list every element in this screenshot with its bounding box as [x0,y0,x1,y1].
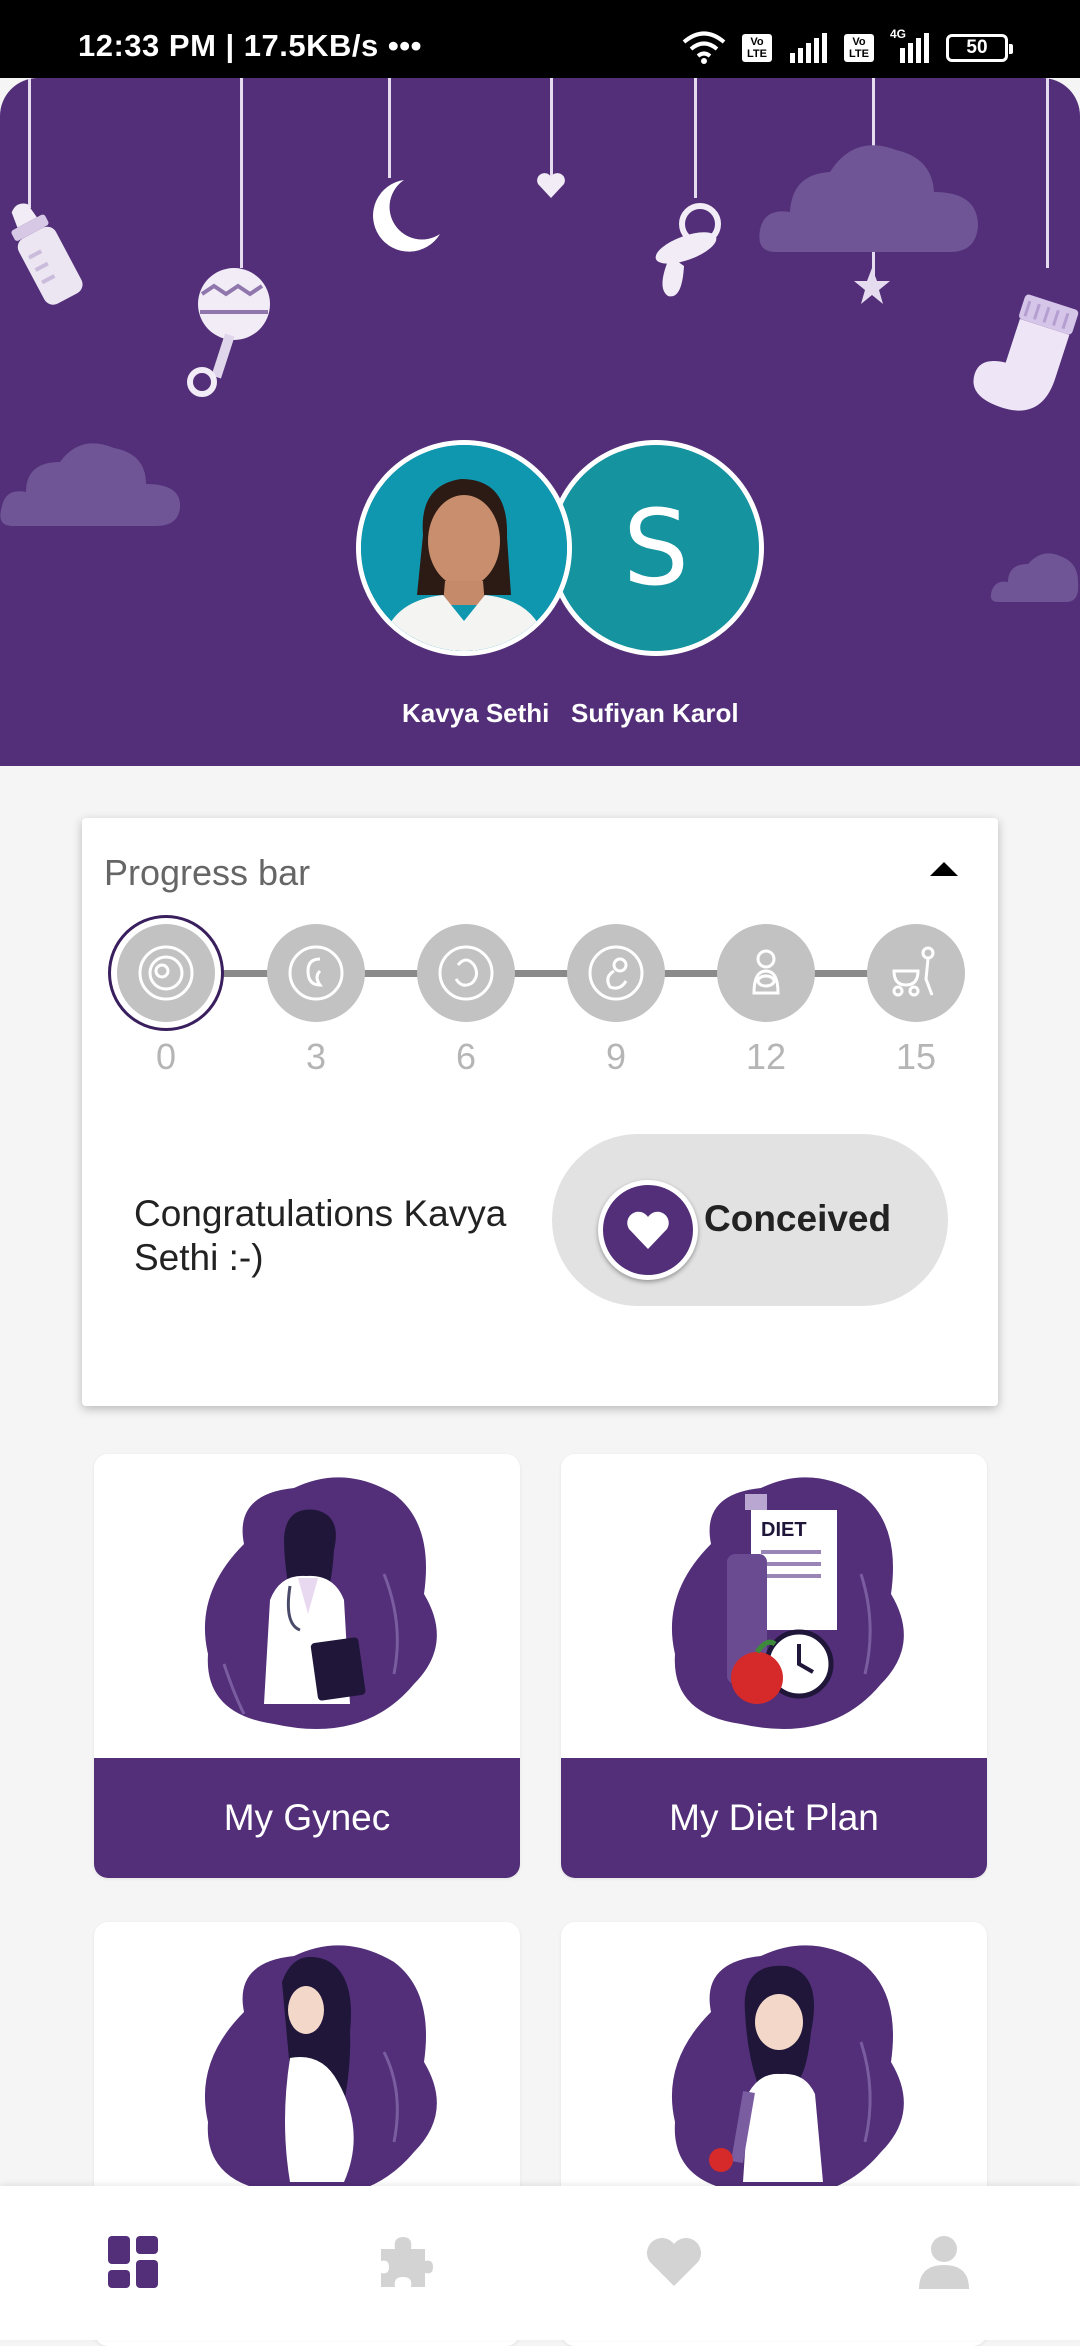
woman-illustration [671,1945,904,2197]
network-type: 4G [890,27,907,41]
progress-card: Progress bar 0 3 6 9 12 15 Congratulatio… [82,818,998,1406]
progress-title: Progress bar [104,852,311,893]
volte-badge-2: Vo LTE [844,34,874,62]
partner-name-kavya: Kavya Sethi [402,698,550,728]
star-icon [854,268,890,304]
cloud-decoration [0,443,181,526]
battery-icon: 50 [946,34,1013,62]
diet-illustration: DIET [671,1477,904,1729]
doctor-illustration [204,1477,437,1729]
status-icons: Vo LTE Vo LTE 4G 50 [682,27,1013,66]
my-gynec-card[interactable]: My Gynec [94,1454,520,1878]
rattle-icon [187,268,270,397]
step-label: 9 [605,1036,627,1077]
dashboard-icon [108,2236,158,2288]
profile-icon [919,2236,969,2289]
profile-header: S Kavya Sethi Sufiyan Karol [0,78,1080,766]
progress-step-3[interactable]: 3 [266,924,366,1078]
nav-puzzle[interactable] [372,2230,436,2294]
my-gynec-label: My Gynec [94,1758,520,1878]
svg-text:DIET: DIET [761,1519,807,1541]
step-label: 3 [305,1036,327,1077]
hanging-heart-icon [537,173,565,198]
fetus-early-icon [288,945,344,1001]
progress-step-12[interactable]: 12 [716,924,816,1078]
my-diet-plan-card[interactable]: DIET My Diet Plan [561,1454,987,1878]
heart-icon [647,2238,701,2286]
progress-step-15[interactable]: 15 [866,924,966,1078]
baby-bottle-icon [11,203,83,305]
nav-heart[interactable] [642,2230,706,2294]
baby-sock-icon [973,294,1079,411]
status-time: 12:33 PM | 17.5KB/s ••• [78,28,422,63]
progress-step-9[interactable]: 9 [566,924,666,1078]
status-bar: 12:33 PM | 17.5KB/s ••• Vo LTE Vo LTE 4G… [0,0,1080,78]
volte-badge: Vo LTE [742,34,772,62]
pregnancy-illustration [204,1945,437,2197]
avatar-kavya[interactable] [356,440,572,656]
step-label: 15 [895,1036,937,1077]
cloud-decoration [759,145,978,252]
mother-baby-icon [752,949,780,995]
signal-icon [790,33,827,63]
wifi-icon [682,31,726,64]
pacifier-icon [655,203,721,297]
congrats-message: Congratulations Kavya Sethi :-) [134,1193,507,1278]
toggle-knob[interactable] [598,1180,698,1280]
moon-icon [373,180,440,252]
fetus-mid-icon [438,945,494,1001]
partner-avatars: S [356,440,764,666]
progress-step-6[interactable]: 6 [416,924,516,1078]
fetus-late-icon [588,945,644,1001]
stroller-icon [892,946,935,997]
puzzle-icon [381,2237,433,2287]
my-diet-plan-label: My Diet Plan [561,1758,987,1878]
progress-step-0[interactable]: 0 [116,924,216,1078]
collapse-caret-icon[interactable] [930,862,958,876]
step-label: 6 [455,1036,477,1077]
avatar-sufiyan[interactable]: S [548,440,764,656]
avatar-initial: S [622,487,689,609]
signal-4g: 4G [890,27,930,63]
toggle-label: Conceived [704,1198,892,1239]
nav-profile[interactable] [912,2230,976,2294]
cloud-decoration [990,553,1079,602]
step-label: 0 [155,1036,177,1077]
bottom-navigation [0,2186,1080,2340]
heart-icon [627,1211,669,1249]
step-label: 12 [745,1036,787,1077]
conceived-toggle[interactable]: Conceived [552,1134,948,1306]
battery-level: 50 [966,37,988,58]
profile-photo [361,445,567,651]
nav-dashboard[interactable] [102,2230,166,2294]
embryo-cell-icon [138,945,194,1001]
partner-name-sufiyan: Sufiyan Karol [571,698,739,728]
